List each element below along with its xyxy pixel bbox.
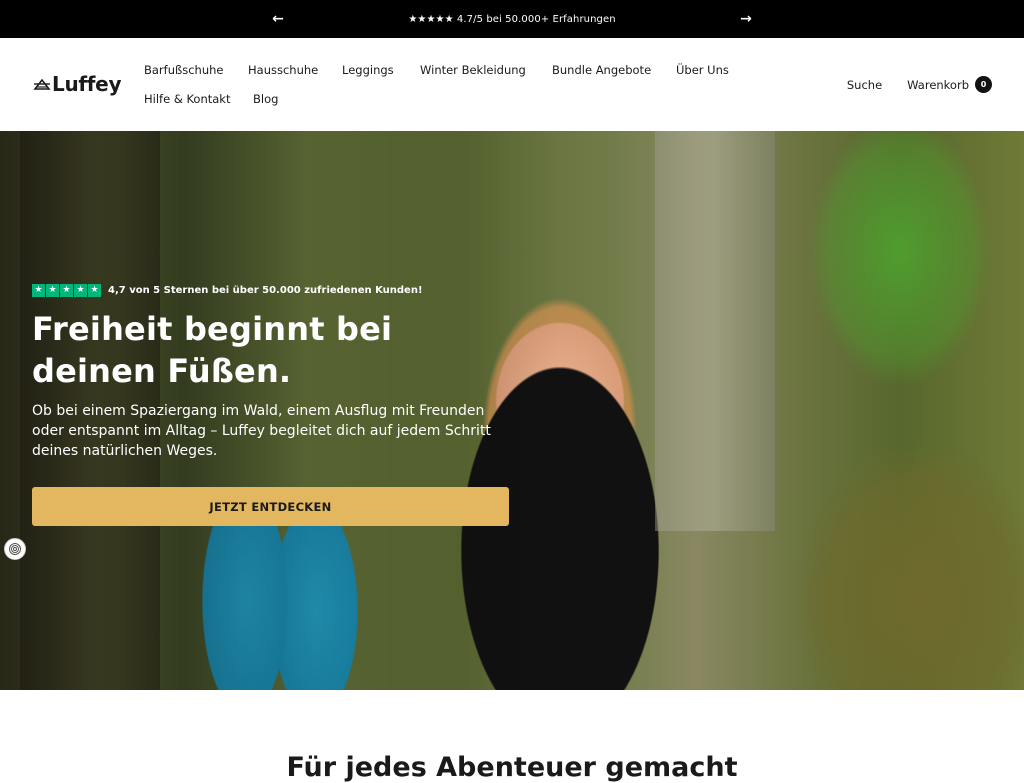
nav-item-hilfe-kontakt[interactable]: Hilfe & Kontakt — [144, 92, 230, 106]
search-link[interactable]: Suche — [847, 78, 882, 92]
nav-item-winter-bekleidung[interactable]: Winter Bekleidung — [420, 63, 526, 77]
cart-label: Warenkorb — [907, 77, 969, 92]
cart-count-badge: 0 — [975, 76, 992, 93]
hero-background-tree-right — [655, 131, 775, 531]
logo-text: Luffey — [52, 72, 122, 96]
cart-link[interactable]: Warenkorb 0 — [907, 76, 992, 93]
header-actions: Suche Warenkorb 0 — [847, 76, 992, 93]
nav-item-barfussschuhe[interactable]: Barfußschuhe — [144, 63, 224, 77]
arrow-right-icon[interactable]: → — [736, 9, 756, 29]
discover-button[interactable]: JETZT ENTDECKEN — [32, 487, 509, 526]
logo-icon — [33, 78, 51, 90]
announcement-bar: ← ★★★★★ 4.7/5 bei 50.000+ Erfahrungen → — [0, 0, 1024, 38]
arrow-left-icon[interactable]: ← — [268, 9, 288, 29]
nav-item-blog[interactable]: Blog — [253, 92, 278, 106]
trustpilot-stars-icon: ★ ★ ★ ★ ★ — [32, 284, 102, 297]
fingerprint-icon[interactable] — [4, 538, 26, 560]
nav-item-bundle-angebote[interactable]: Bundle Angebote — [552, 63, 651, 77]
nav-item-hausschuhe[interactable]: Hausschuhe — [248, 63, 318, 77]
nav-item-ueber-uns[interactable]: Über Uns — [676, 63, 729, 77]
nav-item-leggings[interactable]: Leggings — [342, 63, 394, 77]
logo[interactable]: Luffey — [33, 72, 121, 96]
hero-banner: ★ ★ ★ ★ ★ 4,7 von 5 Sternen bei über 50.000 … — [0, 131, 1024, 690]
announcement-message: ★★★★★ 4.7/5 bei 50.000+ Erfahrungen — [408, 13, 616, 25]
rating-text: 4,7 von 5 Sternen bei über 50.000 zufrie… — [108, 285, 423, 296]
trustpilot-rating: ★ ★ ★ ★ ★ 4,7 von 5 Sternen bei über 50.000 … — [32, 284, 423, 297]
hero-description: Ob bei einem Spaziergang im Wald, einem … — [32, 403, 491, 459]
hero-title: Freiheit beginnt bei deinen Füßen. — [32, 310, 393, 390]
site-header: Luffey Barfußschuhe Hausschuhe Leggings … — [0, 38, 1024, 131]
